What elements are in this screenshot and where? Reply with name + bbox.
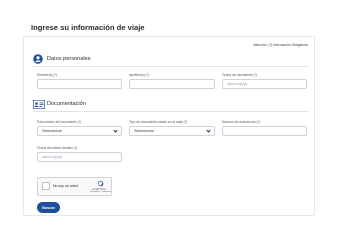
first-name-label: Nombre(s) (*)	[37, 73, 57, 77]
issuing-country-select[interactable]: Seleccionar	[37, 126, 122, 136]
document-type-label: Tipo de documento usado en el viaje (*)	[129, 120, 188, 124]
recaptcha-label: No soy un robot	[53, 184, 78, 188]
id-card-icon	[33, 100, 45, 109]
issuing-country-selected: Seleccionar	[42, 129, 62, 133]
issuing-country-label: País emisor del documento (*)	[37, 120, 82, 124]
birth-date-input[interactable]: dd/mm/yyyy	[222, 79, 307, 89]
recaptcha-checkbox[interactable]	[42, 182, 50, 190]
section-divider	[33, 66, 309, 67]
last-transit-date-placeholder: dd/mm/yyyy	[42, 155, 63, 159]
recaptcha-terms-link[interactable]: Privacidad - Condiciones	[90, 191, 111, 193]
birth-date-label: Fecha de nacimiento (*)	[222, 73, 258, 77]
document-number-label: Número de documento (*)	[222, 120, 260, 124]
recaptcha-logo-icon	[97, 180, 104, 187]
user-circle-icon	[33, 54, 43, 64]
document-number-input[interactable]	[222, 126, 307, 136]
section-title-documents: Documentación	[47, 101, 86, 107]
chevron-down-icon	[113, 128, 118, 133]
section-divider	[33, 111, 309, 112]
document-type-selected: Seleccionar	[134, 129, 154, 133]
last-transit-date-input[interactable]: dd/mm/yyyy	[37, 152, 122, 162]
section-title-personal: Datos personales	[47, 56, 91, 62]
search-button[interactable]: Buscar	[37, 202, 60, 213]
last-transit-date-label: Fecha del último tránsito (*)	[37, 146, 78, 150]
document-type-select[interactable]: Seleccionar	[129, 126, 215, 136]
page-title: Ingrese su información de viaje	[31, 23, 145, 32]
travel-info-form: Atención: (*) Información Obligatoria Da…	[23, 36, 315, 216]
last-name-input[interactable]	[129, 79, 215, 89]
first-name-input[interactable]	[37, 79, 122, 89]
chevron-down-icon	[206, 128, 211, 133]
birth-date-placeholder: dd/mm/yyyy	[227, 82, 248, 86]
required-note: Atención: (*) Información Obligatoria	[253, 43, 308, 47]
recaptcha-widget: No soy un robot reCAPTCHA Privacidad - C…	[37, 177, 112, 196]
last-name-label: Apellido(s) (*)	[129, 73, 149, 77]
